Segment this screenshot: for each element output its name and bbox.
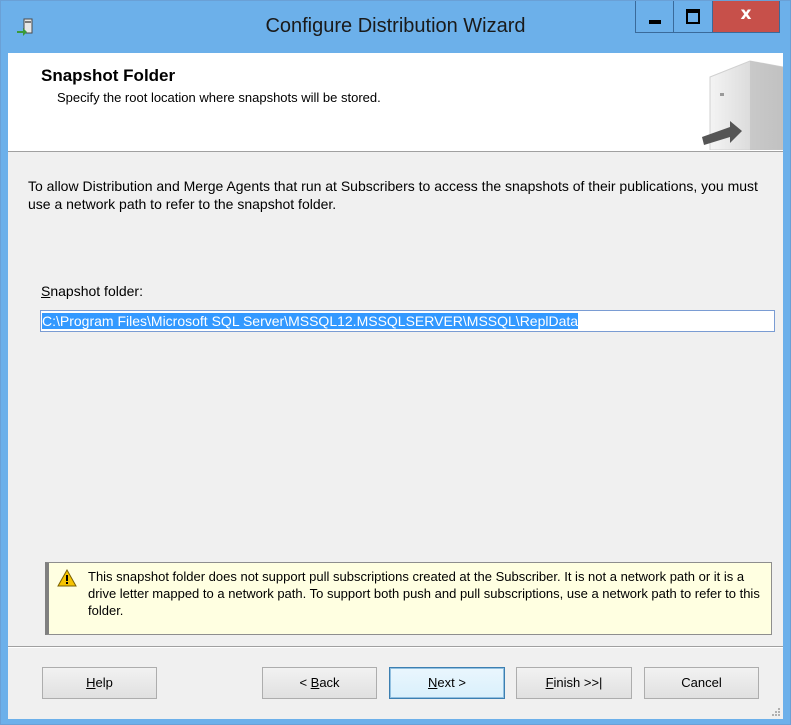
close-button[interactable]: x (713, 1, 780, 33)
back-label: ack (319, 675, 340, 690)
cancel-label: Cancel (681, 675, 722, 690)
page-title: Snapshot Folder (41, 66, 176, 85)
minimize-button[interactable] (635, 1, 674, 33)
label-text: napshot folder: (50, 283, 143, 299)
wizard-client-area: Snapshot Folder Specify the root locatio… (8, 53, 783, 719)
intro-text: To allow Distribution and Merge Agents t… (28, 178, 758, 212)
next-button[interactable]: Next > (389, 667, 505, 699)
cancel-button[interactable]: Cancel (644, 667, 759, 699)
finish-label: inish >>| (553, 675, 603, 690)
page-subtitle: Specify the root location where snapshot… (57, 90, 381, 105)
server-icon (702, 60, 783, 150)
button-divider (8, 646, 783, 648)
help-accesskey: H (86, 675, 96, 690)
finish-button[interactable]: Finish >>| (516, 667, 632, 699)
label-accesskey: S (41, 283, 51, 299)
finish-accesskey: F (545, 675, 554, 690)
snapshot-folder-label: Snapshot folder: (41, 283, 143, 299)
warning-icon (57, 569, 77, 587)
snapshot-folder-value: C:\Program Files\Microsoft SQL Server\MS… (42, 313, 579, 329)
wizard-header: Snapshot Folder Specify the root locatio… (8, 53, 783, 152)
title-bar[interactable]: Configure Distribution Wizard x (1, 1, 790, 53)
warning-box: This snapshot folder does not support pu… (45, 562, 772, 635)
next-label: ext > (437, 675, 466, 690)
back-button[interactable]: < Back (262, 667, 377, 699)
warning-text: This snapshot folder does not support pu… (88, 569, 760, 618)
help-button[interactable]: Help (42, 667, 157, 699)
next-accesskey: N (428, 675, 438, 690)
back-prefix: < (299, 675, 311, 690)
maximize-button[interactable] (674, 1, 713, 33)
help-label: elp (95, 675, 113, 690)
resize-grip-icon[interactable] (771, 707, 781, 717)
close-icon: x (740, 4, 752, 24)
wizard-window: Configure Distribution Wizard x Snapshot… (0, 0, 791, 725)
snapshot-folder-input[interactable]: C:\Program Files\Microsoft SQL Server\MS… (40, 310, 775, 332)
